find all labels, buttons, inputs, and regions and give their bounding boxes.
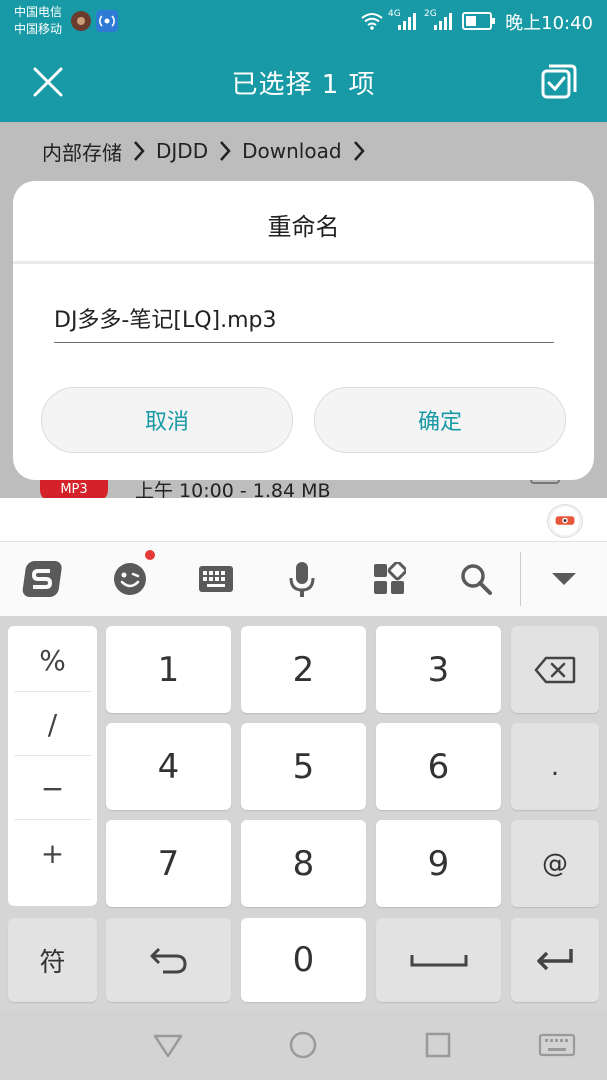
symbol-column: % / − + bbox=[8, 626, 97, 906]
chevron-right-icon bbox=[353, 141, 365, 161]
rename-dialog: 重命名 取消 确定 bbox=[13, 181, 594, 480]
voice-input-icon[interactable] bbox=[282, 559, 322, 599]
backspace-key[interactable] bbox=[511, 626, 599, 713]
keyboard-toolbar bbox=[0, 542, 607, 616]
key-1[interactable]: 1 bbox=[106, 626, 231, 713]
battery-icon bbox=[462, 12, 495, 30]
key-7[interactable]: 7 bbox=[106, 820, 231, 907]
at-key[interactable]: @ bbox=[511, 820, 599, 907]
back-key[interactable] bbox=[106, 918, 231, 1002]
search-icon[interactable] bbox=[456, 559, 496, 599]
nav-back-icon[interactable] bbox=[152, 1030, 184, 1060]
key-8[interactable]: 8 bbox=[241, 820, 366, 907]
key-6[interactable]: 6 bbox=[376, 723, 501, 810]
signal-icon-sim2 bbox=[434, 13, 452, 30]
ime-mascot-icon[interactable] bbox=[547, 504, 583, 538]
chevron-right-icon bbox=[134, 141, 145, 161]
sogou-logo-icon[interactable] bbox=[22, 559, 62, 599]
symbols-key[interactable]: 符 bbox=[8, 918, 97, 1002]
space-key[interactable] bbox=[376, 918, 501, 1002]
dialog-title: 重命名 bbox=[267, 213, 340, 241]
status-clock: 晚上10:40 bbox=[505, 13, 593, 34]
numeric-keyboard: % / − + 1 2 3 4 5 6 . 7 8 9 @ 符 0 bbox=[0, 616, 607, 1010]
nav-home-icon[interactable] bbox=[287, 1030, 319, 1060]
breadcrumb: 内部存储 DJDD Download bbox=[42, 136, 376, 166]
carrier-telecom: 中国电信 bbox=[14, 5, 63, 19]
signal-icon-sim1 bbox=[398, 13, 416, 30]
undo-arrow-icon bbox=[150, 947, 187, 974]
key-2[interactable]: 2 bbox=[241, 626, 366, 713]
backspace-icon bbox=[534, 656, 576, 683]
key-5[interactable]: 5 bbox=[241, 723, 366, 810]
status-bar: 中国电信 中国移动 4G 2G 晚上10:40 bbox=[0, 0, 607, 42]
selection-title-bar: 已选择 1 项 bbox=[0, 42, 607, 122]
breadcrumb-item-internal-storage[interactable]: 内部存储 bbox=[42, 137, 122, 166]
key-0[interactable]: 0 bbox=[241, 918, 366, 1002]
carrier-labels: 中国电信 中国移动 bbox=[14, 4, 62, 38]
symbol-key-slash[interactable]: / bbox=[14, 694, 91, 756]
dot-key[interactable]: . bbox=[511, 723, 599, 810]
confirm-button[interactable]: 确定 bbox=[314, 387, 566, 453]
nav-keyboard-switch-icon[interactable] bbox=[538, 1030, 576, 1060]
toolbar-divider bbox=[520, 552, 521, 606]
filename-input[interactable] bbox=[54, 293, 554, 343]
key-3[interactable]: 3 bbox=[376, 626, 501, 713]
navigation-bar bbox=[0, 1010, 607, 1080]
ime-suggestion-strip bbox=[0, 498, 607, 542]
emoji-icon[interactable] bbox=[110, 559, 150, 599]
music-app-notification-icon bbox=[71, 11, 91, 31]
symbol-key-plus[interactable]: + bbox=[14, 822, 91, 884]
nav-recents-icon[interactable] bbox=[422, 1030, 454, 1060]
hotspot-notification-icon bbox=[96, 10, 118, 32]
chevron-right-icon bbox=[220, 141, 231, 161]
key-4[interactable]: 4 bbox=[106, 723, 231, 810]
breadcrumb-item-download[interactable]: Download bbox=[242, 139, 341, 163]
wifi-icon bbox=[361, 13, 383, 30]
enter-icon bbox=[537, 949, 573, 971]
selection-count-title: 已选择 1 项 bbox=[231, 70, 376, 100]
carrier-mobile: 中国移动 bbox=[14, 22, 63, 36]
select-all-button[interactable] bbox=[539, 62, 579, 102]
hide-keyboard-icon[interactable] bbox=[544, 559, 584, 599]
keyboard-layout-icon[interactable] bbox=[196, 559, 236, 599]
notification-dot bbox=[145, 550, 155, 560]
symbol-key-percent[interactable]: % bbox=[14, 630, 91, 692]
key-9[interactable]: 9 bbox=[376, 820, 501, 907]
dialog-divider bbox=[13, 261, 594, 264]
space-bar-icon bbox=[410, 955, 467, 967]
symbol-key-minus[interactable]: − bbox=[14, 758, 91, 820]
cancel-button[interactable]: 取消 bbox=[41, 387, 293, 453]
breadcrumb-item-djdd[interactable]: DJDD bbox=[156, 139, 208, 163]
enter-key[interactable] bbox=[511, 918, 599, 1002]
toolbox-grid-icon[interactable] bbox=[369, 559, 409, 599]
